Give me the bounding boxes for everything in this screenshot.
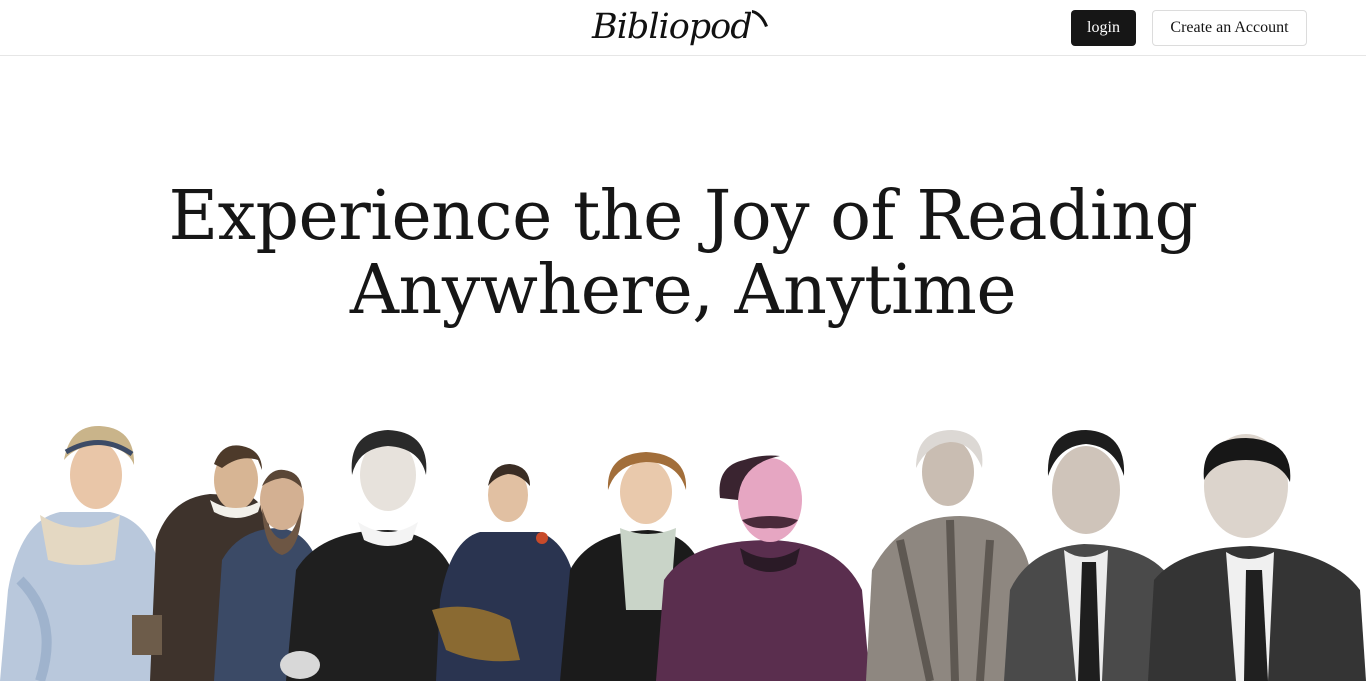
top-header: Bibliopod login Create an Account: [0, 0, 1366, 56]
create-account-button[interactable]: Create an Account: [1152, 10, 1307, 46]
hero-title: Experience the Joy of Reading Anywhere, …: [0, 180, 1366, 328]
logo-text: Bibliopod: [592, 7, 753, 47]
bibliopod-logo[interactable]: Bibliopod: [592, 4, 770, 50]
author-portrait-8: [866, 430, 1030, 681]
page: Bibliopod login Create an Account Experi…: [0, 0, 1366, 681]
authors-collage-illustration: [0, 425, 1366, 681]
author-portrait-10: [1148, 434, 1366, 681]
hero-title-line-2: Anywhere, Anytime: [349, 251, 1017, 330]
logo-swoosh-icon: [751, 10, 768, 27]
author-portrait-7: [656, 455, 870, 681]
authors-collage: [0, 420, 1366, 681]
hero-title-line-1: Experience the Joy of Reading: [168, 177, 1198, 256]
login-button[interactable]: login: [1071, 10, 1136, 46]
author-portrait-5: [432, 464, 576, 681]
